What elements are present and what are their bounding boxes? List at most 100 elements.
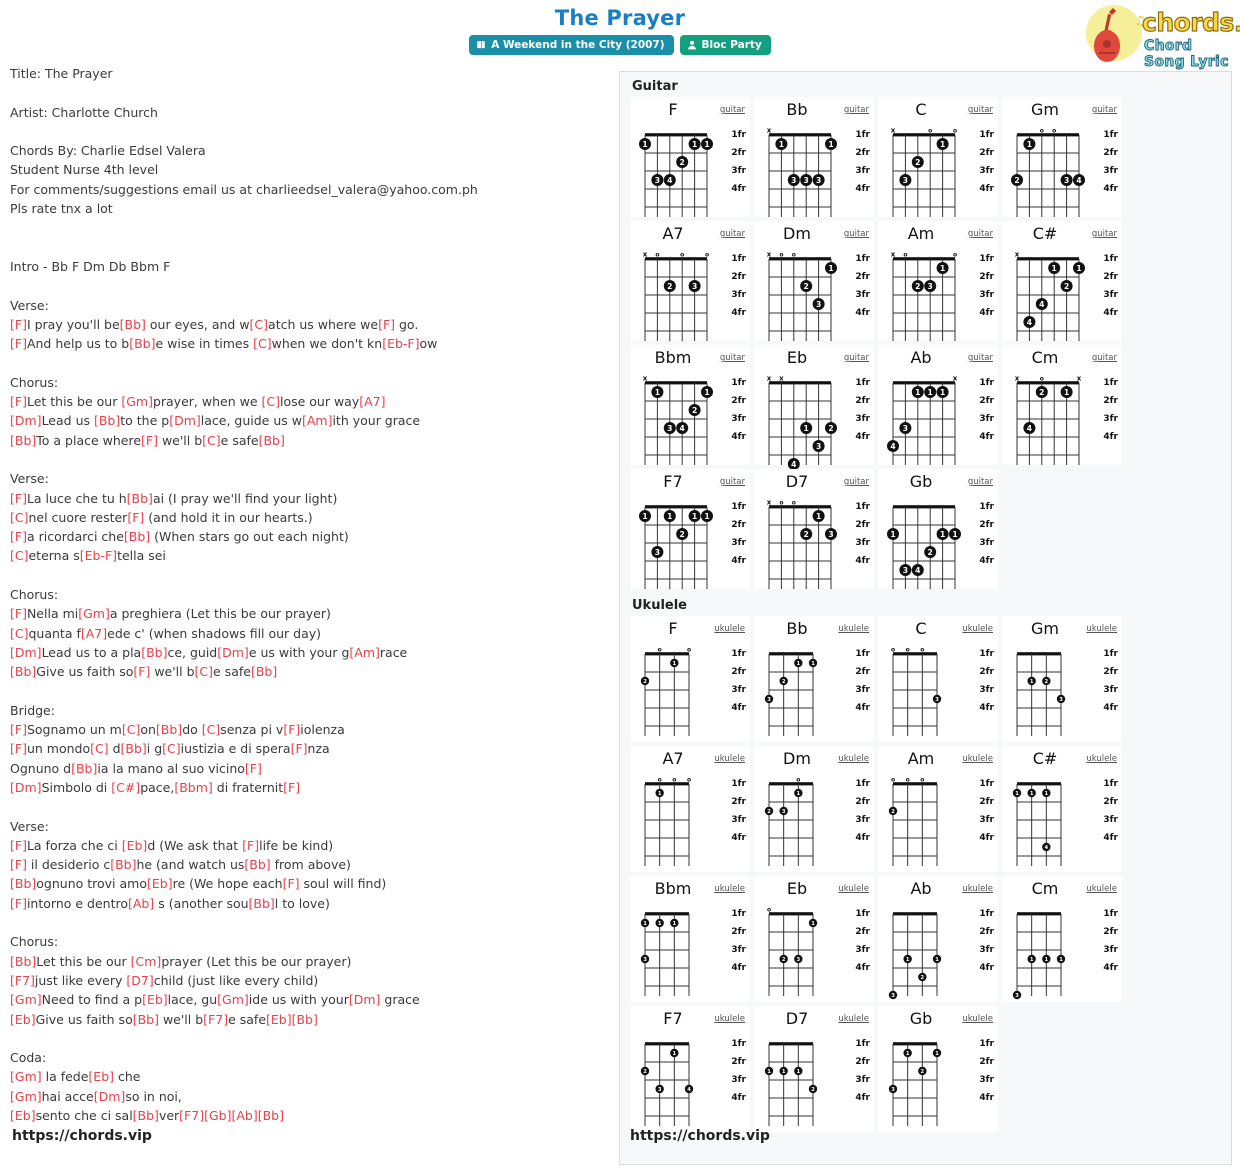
chord-card[interactable]: Gm ukulele 2 1 3 1fr 2fr 3fr 4fr xyxy=(1002,616,1122,742)
site-url-right[interactable]: https://chords.vip xyxy=(630,1128,770,1144)
chord-token[interactable]: [Bb] xyxy=(10,876,36,891)
chord-card[interactable]: Bbm guitar x 1 1 2 3 4 1fr 2fr 3fr 4fr xyxy=(630,345,750,465)
chord-card[interactable]: Eb ukulele o 1 2 3 1fr 2fr 3fr 4fr xyxy=(754,876,874,1002)
instrument-label[interactable]: guitar xyxy=(720,229,745,239)
chord-card[interactable]: A7 guitar x o o o 2 3 1fr 2fr 3fr 4fr xyxy=(630,221,750,341)
chord-token[interactable]: [Eb] xyxy=(122,838,148,853)
chord-card[interactable]: Am ukulele o o o 2 1fr 2fr 3fr 4fr xyxy=(878,746,998,872)
instrument-label[interactable]: guitar xyxy=(968,229,993,239)
chord-token[interactable]: [F] xyxy=(10,896,27,911)
chord-card[interactable]: Bbm ukulele 1 1 1 3 1fr 2fr 3fr 4fr xyxy=(630,876,750,1002)
chord-token[interactable]: [F] xyxy=(133,664,150,679)
chord-token[interactable]: [Eb] xyxy=(147,876,173,891)
chord-token[interactable]: [Ab] xyxy=(231,1108,257,1123)
instrument-label[interactable]: guitar xyxy=(968,477,993,487)
chord-token[interactable]: [Eb] xyxy=(142,992,168,1007)
chord-token[interactable]: [Bb] xyxy=(120,317,146,332)
chord-token[interactable]: [Bb] xyxy=(129,336,155,351)
chord-token[interactable]: [Gm] xyxy=(217,992,249,1007)
chord-token[interactable]: [Bb] xyxy=(110,857,136,872)
instrument-label[interactable]: guitar xyxy=(1092,105,1117,115)
chord-token[interactable]: [Bb] xyxy=(249,896,275,911)
chord-token[interactable]: [Bb] xyxy=(133,1108,159,1123)
chord-token[interactable]: [C] xyxy=(122,722,140,737)
chord-token[interactable]: [C] xyxy=(10,626,28,641)
instrument-label[interactable]: ukulele xyxy=(838,1014,869,1024)
chord-card[interactable]: F7 ukulele 1 2 3 4 1fr 2fr 3fr 4fr xyxy=(630,1006,750,1132)
chord-token[interactable]: [Am] xyxy=(302,413,332,428)
instrument-label[interactable]: guitar xyxy=(720,105,745,115)
chord-card[interactable]: Gm guitar o o 1 2 3 4 1fr 2fr 3fr 4fr xyxy=(1002,97,1122,217)
artist-badge[interactable]: Bloc Party xyxy=(679,35,771,55)
chord-token[interactable]: [Gm] xyxy=(10,1089,42,1104)
chord-token[interactable]: [C] xyxy=(90,741,108,756)
instrument-label[interactable]: ukulele xyxy=(962,754,993,764)
chord-token[interactable]: [Cm] xyxy=(131,954,162,969)
instrument-label[interactable]: ukulele xyxy=(838,624,869,634)
chord-token[interactable]: [Gm] xyxy=(121,394,153,409)
chord-card[interactable]: Cm guitar x o x 2 1 4 1fr 2fr 3fr 4fr xyxy=(1002,345,1122,465)
chord-token[interactable]: [Bb] xyxy=(292,1012,318,1027)
chord-token[interactable]: [Dm] xyxy=(169,413,201,428)
chord-token[interactable]: [F7] xyxy=(203,1012,228,1027)
instrument-label[interactable]: guitar xyxy=(720,477,745,487)
chord-token[interactable]: [C] xyxy=(195,664,213,679)
chord-token[interactable]: [Bb] xyxy=(141,645,167,660)
chord-card[interactable]: Dm guitar x o o 1 2 3 1fr 2fr 3fr 4fr xyxy=(754,221,874,341)
chord-card[interactable]: Cguitar x o o 1 2 3 1fr 2fr 3fr 4fr xyxy=(878,97,998,217)
instrument-label[interactable]: ukulele xyxy=(714,754,745,764)
chord-token[interactable]: [C] xyxy=(261,394,279,409)
instrument-label[interactable]: guitar xyxy=(844,353,869,363)
chord-card[interactable]: Gb guitar 1 1 1 2 3 4 1fr 2fr 3fr 4fr xyxy=(878,469,998,589)
instrument-label[interactable]: ukulele xyxy=(838,884,869,894)
instrument-label[interactable]: ukulele xyxy=(1086,624,1117,634)
chord-token[interactable]: [Dm] xyxy=(217,645,249,660)
instrument-label[interactable]: ukulele xyxy=(1086,884,1117,894)
chord-token[interactable]: [Eb] xyxy=(10,1108,36,1123)
chord-card[interactable]: Cm ukulele 1 1 1 3 1fr 2fr 3fr 4fr xyxy=(1002,876,1122,1002)
chord-token[interactable]: [F] xyxy=(10,857,27,872)
chord-card[interactable]: Ab guitar x 1 1 1 3 4 1fr 2fr 3fr 4fr xyxy=(878,345,998,465)
chord-token[interactable]: [C] xyxy=(10,510,28,525)
instrument-label[interactable]: ukulele xyxy=(714,1014,745,1024)
chord-token[interactable]: [F] xyxy=(10,394,27,409)
instrument-label[interactable]: ukulele xyxy=(714,884,745,894)
chord-token[interactable]: [Ab] xyxy=(128,896,154,911)
site-logo[interactable]: ♫ chords.vip Chord Song Lyric xyxy=(1084,2,1240,70)
chord-token[interactable]: [D7] xyxy=(126,973,153,988)
chord-card[interactable]: F7 guitar 1 1 1 1 2 3 1fr 2fr 3fr 4fr xyxy=(630,469,750,589)
chord-token[interactable]: [Bb] xyxy=(94,413,120,428)
instrument-label[interactable]: ukulele xyxy=(1086,754,1117,764)
instrument-label[interactable]: ukulele xyxy=(714,624,745,634)
chord-token[interactable]: [Dm] xyxy=(10,645,42,660)
chord-token[interactable]: [F] xyxy=(10,722,27,737)
instrument-label[interactable]: ukulele xyxy=(838,754,869,764)
chord-token[interactable]: [Dm] xyxy=(10,780,42,795)
chord-card[interactable]: D7 guitar x o o 1 2 3 1fr 2fr 3fr 4fr xyxy=(754,469,874,589)
chord-token[interactable]: [Gm] xyxy=(78,606,110,621)
chord-token[interactable]: [F] xyxy=(10,606,27,621)
chord-token[interactable]: [F] xyxy=(10,336,27,351)
chord-token[interactable]: [C] xyxy=(250,317,268,332)
chord-token[interactable]: [C] xyxy=(253,336,271,351)
chord-token[interactable]: [F] xyxy=(141,433,158,448)
chord-token[interactable]: [F] xyxy=(245,761,262,776)
chord-token[interactable]: [Gm] xyxy=(10,1069,42,1084)
instrument-label[interactable]: ukulele xyxy=(962,624,993,634)
chord-card[interactable]: Dm ukulele o 1 2 3 1fr 2fr 3fr 4fr xyxy=(754,746,874,872)
chord-token[interactable]: [F] xyxy=(378,317,395,332)
chord-token[interactable]: [F] xyxy=(242,838,259,853)
chord-token[interactable]: [A7] xyxy=(81,626,107,641)
chord-card[interactable]: Bb guitar x 1 1 3 3 3 1fr 2fr 3fr 4fr xyxy=(754,97,874,217)
chord-token[interactable]: [Bb] xyxy=(258,1108,284,1123)
instrument-label[interactable]: ukulele xyxy=(962,1014,993,1024)
chord-token[interactable]: [Eb-F] xyxy=(80,548,117,563)
chord-token[interactable]: [F7] xyxy=(10,973,35,988)
chord-card[interactable]: Bb ukulele 1 1 2 3 1fr 2fr 3fr 4fr xyxy=(754,616,874,742)
instrument-label[interactable]: guitar xyxy=(844,105,869,115)
chord-token[interactable]: [Bb] xyxy=(156,722,182,737)
chord-card[interactable]: D7 ukulele 1 1 1 2 1fr 2fr 3fr 4fr xyxy=(754,1006,874,1132)
chord-token[interactable]: [Gb] xyxy=(204,1108,231,1123)
chord-token[interactable]: [F] xyxy=(283,876,300,891)
chord-token[interactable]: [F] xyxy=(291,741,308,756)
